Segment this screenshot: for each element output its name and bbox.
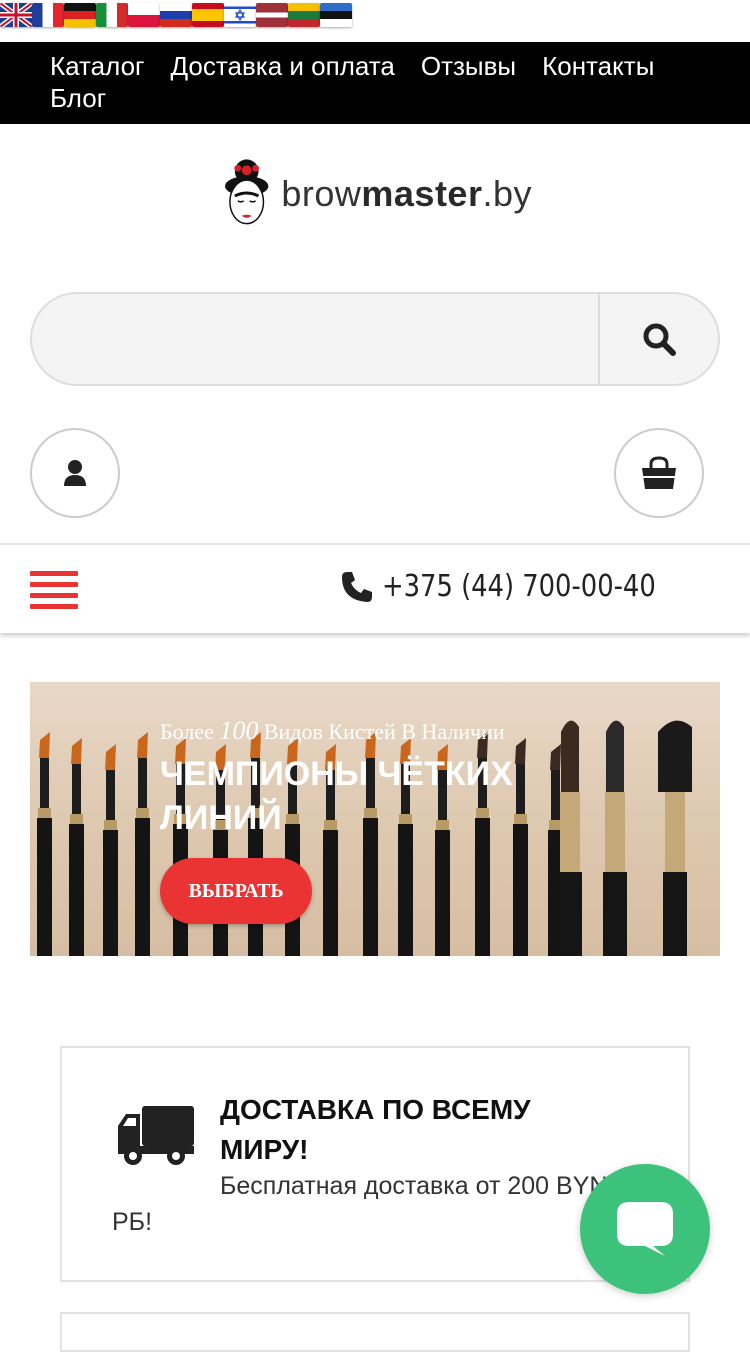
flag-english[interactable]: [0, 3, 32, 27]
nav-blog[interactable]: Блог: [50, 82, 106, 114]
logo-brand-light: brow: [281, 173, 362, 214]
logo-brand-suffix: .by: [482, 173, 532, 214]
search-button[interactable]: [598, 294, 718, 384]
flag-spanish[interactable]: [192, 3, 224, 27]
nav-catalog[interactable]: Каталог: [50, 50, 145, 82]
menu-bar: +375 (44) 700-00-40: [0, 543, 750, 633]
delivery-title: ДОСТАВКА ПО ВСЕМУ МИРУ!: [220, 1094, 531, 1165]
phone-contact[interactable]: +375 (44) 700-00-40: [340, 569, 700, 604]
logo-face-icon: [224, 159, 269, 225]
account-button[interactable]: [30, 428, 120, 518]
flag-german[interactable]: [64, 3, 96, 27]
flag-lithuanian[interactable]: [288, 3, 320, 27]
flag-estonian[interactable]: [320, 3, 352, 27]
next-card: [60, 1312, 690, 1352]
flag-polish[interactable]: [128, 3, 160, 27]
truck-icon: [118, 1106, 194, 1165]
shopping-bag-icon: [642, 456, 676, 489]
cart-button[interactable]: [614, 428, 704, 518]
language-flags: [0, 0, 352, 30]
flag-hebrew[interactable]: [224, 3, 256, 27]
logo-brand-bold: master: [361, 173, 483, 214]
delivery-text: Бесплатная доставка от 200 BYN по РБ!: [112, 1172, 642, 1236]
nav-delivery-payment[interactable]: Доставка и оплата: [171, 50, 395, 82]
flag-latvian[interactable]: [256, 3, 288, 27]
flag-russian[interactable]: [160, 3, 192, 27]
chat-icon: [617, 1202, 673, 1256]
phone-icon: [341, 571, 372, 602]
flag-french[interactable]: [32, 3, 64, 27]
site-logo[interactable]: browmaster.by: [220, 152, 532, 236]
search-icon: [643, 323, 676, 356]
hero-banner: Более 100 Видов Кистей В Наличии ЧЕМПИОН…: [30, 682, 720, 956]
search-input[interactable]: [32, 294, 600, 384]
chat-button[interactable]: [580, 1164, 710, 1294]
nav-reviews[interactable]: Отзывы: [421, 50, 516, 82]
hamburger-icon[interactable]: [30, 571, 78, 609]
banner-title: ЧЕМПИОНЫ ЧЁТКИХ ЛИНИЙ: [160, 755, 513, 837]
choose-button[interactable]: ВЫБРАТЬ: [160, 858, 312, 924]
flag-italian[interactable]: [96, 3, 128, 27]
logo-text: browmaster.by: [281, 173, 532, 215]
search-bar: [30, 292, 720, 386]
banner-subtitle: Более 100 Видов Кистей В Наличии: [160, 716, 505, 745]
user-icon: [64, 460, 86, 486]
phone-number: +375 (44) 700-00-40: [381, 569, 656, 604]
top-navigation: Каталог Доставка и оплата Отзывы Контакт…: [0, 42, 750, 124]
nav-contacts[interactable]: Контакты: [542, 50, 654, 82]
